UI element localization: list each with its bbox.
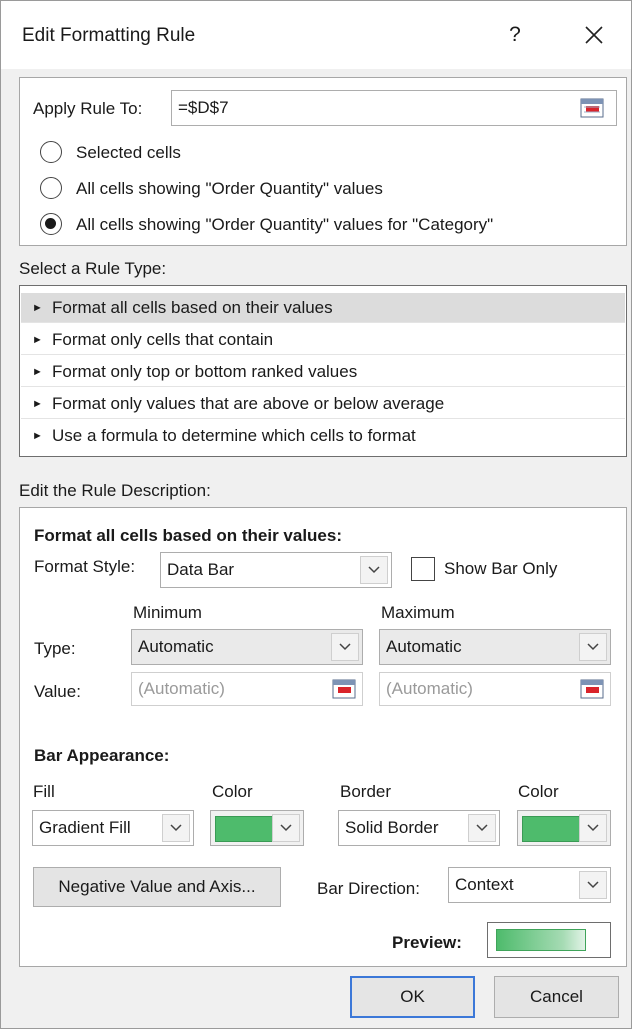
max-value-text: (Automatic)	[386, 679, 473, 698]
chevron-down-icon	[331, 633, 359, 661]
rule-description-heading: Edit the Rule Description:	[19, 481, 211, 500]
rule-type-item[interactable]: ► Format only top or bottom ranked values	[21, 357, 625, 387]
title-bar: Edit Formatting Rule ?	[1, 1, 631, 69]
min-type-value: Automatic	[138, 637, 214, 656]
rule-type-item-label: Format all cells based on their values	[52, 298, 333, 317]
arrow-right-icon: ►	[32, 334, 43, 346]
help-button[interactable]: ?	[501, 19, 529, 51]
min-value-text: (Automatic)	[138, 679, 225, 698]
bar-direction-label: Bar Direction:	[317, 879, 420, 898]
range-select-icon	[580, 679, 604, 699]
min-value-range-button[interactable]	[329, 675, 359, 703]
format-style-label: Format Style:	[34, 557, 136, 576]
arrow-right-icon: ►	[32, 366, 43, 378]
cancel-label: Cancel	[530, 987, 583, 1006]
range-select-icon	[580, 98, 604, 118]
border-label: Border	[340, 782, 392, 801]
ok-button[interactable]: OK	[350, 976, 475, 1018]
apply-rule-value: =$D$7	[178, 98, 229, 117]
max-type-select[interactable]: Automatic	[379, 629, 611, 665]
cancel-button[interactable]: Cancel	[494, 976, 619, 1018]
format-style-select[interactable]: Data Bar	[160, 552, 392, 588]
rule-description-subheading: Format all cells based on their values:	[34, 526, 342, 545]
chevron-down-icon	[579, 814, 607, 842]
range-select-icon	[332, 679, 356, 699]
border-type-value: Solid Border	[345, 818, 439, 837]
selected-cells-radio[interactable]	[40, 141, 62, 163]
format-style-value: Data Bar	[167, 560, 235, 579]
apply-rule-range-button[interactable]	[577, 94, 607, 122]
negative-value-axis-button[interactable]: Negative Value and Axis...	[33, 867, 281, 907]
border-color-swatch	[522, 816, 580, 842]
all-cells-radio[interactable]	[40, 177, 62, 199]
bar-direction-value: Context	[455, 875, 514, 894]
rule-type-item-label: Format only values that are above or bel…	[52, 394, 445, 413]
edit-formatting-rule-dialog: Edit Formatting Rule ? Apply Rule To: =$…	[0, 0, 632, 1029]
arrow-right-icon: ►	[32, 302, 43, 314]
bar-direction-select[interactable]: Context	[448, 867, 611, 903]
max-value-range-button[interactable]	[577, 675, 607, 703]
minimum-label: Minimum	[133, 603, 202, 622]
max-type-value: Automatic	[386, 637, 462, 656]
show-bar-only-checkbox[interactable]	[411, 557, 435, 581]
rule-type-item[interactable]: ► Format all cells based on their values	[21, 293, 625, 323]
value-label: Value:	[34, 682, 81, 701]
rule-type-item-label: Use a formula to determine which cells t…	[52, 426, 416, 445]
rule-type-item[interactable]: ► Use a formula to determine which cells …	[21, 421, 625, 451]
fill-color-label: Color	[212, 782, 253, 801]
maximum-label: Maximum	[381, 603, 455, 622]
chevron-down-icon	[272, 814, 300, 842]
min-type-select[interactable]: Automatic	[131, 629, 363, 665]
arrow-right-icon: ►	[32, 398, 43, 410]
apply-rule-input[interactable]: =$D$7	[171, 90, 617, 126]
rule-type-item-label: Format only top or bottom ranked values	[52, 362, 358, 381]
fill-type-value: Gradient Fill	[39, 818, 131, 837]
border-color-picker[interactable]	[517, 810, 611, 846]
type-label: Type:	[34, 639, 76, 658]
close-button[interactable]	[576, 17, 612, 53]
rule-type-heading: Select a Rule Type:	[19, 259, 167, 278]
arrow-right-icon: ►	[32, 430, 43, 442]
border-type-select[interactable]: Solid Border	[338, 810, 500, 846]
preview-box	[487, 922, 611, 958]
fill-label: Fill	[33, 782, 55, 801]
chevron-down-icon	[579, 871, 607, 899]
chevron-down-icon	[360, 556, 388, 584]
fill-color-picker[interactable]	[210, 810, 304, 846]
rule-type-item[interactable]: ► Format only cells that contain	[21, 325, 625, 355]
negative-value-axis-label: Negative Value and Axis...	[58, 877, 256, 896]
all-cells-category-radio[interactable]	[40, 213, 62, 235]
rule-description-panel: Format all cells based on their values: …	[19, 507, 627, 967]
rule-type-item-label: Format only cells that contain	[52, 330, 274, 349]
chevron-down-icon	[162, 814, 190, 842]
chevron-down-icon	[468, 814, 496, 842]
apply-rule-label: Apply Rule To:	[33, 99, 142, 119]
preview-label: Preview:	[392, 933, 462, 952]
ok-label: OK	[400, 987, 425, 1006]
selected-cells-label: Selected cells	[76, 143, 181, 162]
close-icon	[585, 26, 603, 44]
rule-type-item[interactable]: ► Format only values that are above or be…	[21, 389, 625, 419]
rule-type-list: ► Format all cells based on their values …	[19, 285, 627, 457]
chevron-down-icon	[579, 633, 607, 661]
show-bar-only-label: Show Bar Only	[444, 559, 558, 578]
apply-rule-panel: Apply Rule To: =$D$7 Selected cells All …	[19, 77, 627, 246]
apply-rule-label-text: Apply Rule To:	[33, 99, 143, 118]
border-color-label: Color	[518, 782, 559, 801]
all-cells-label: All cells showing "Order Quantity" value…	[76, 179, 383, 198]
all-cells-category-label: All cells showing "Order Quantity" value…	[76, 215, 494, 234]
dialog-title: Edit Formatting Rule	[22, 25, 196, 46]
bar-appearance-heading: Bar Appearance:	[34, 746, 170, 765]
preview-data-bar	[496, 929, 586, 951]
fill-color-swatch	[215, 816, 273, 842]
fill-type-select[interactable]: Gradient Fill	[32, 810, 194, 846]
